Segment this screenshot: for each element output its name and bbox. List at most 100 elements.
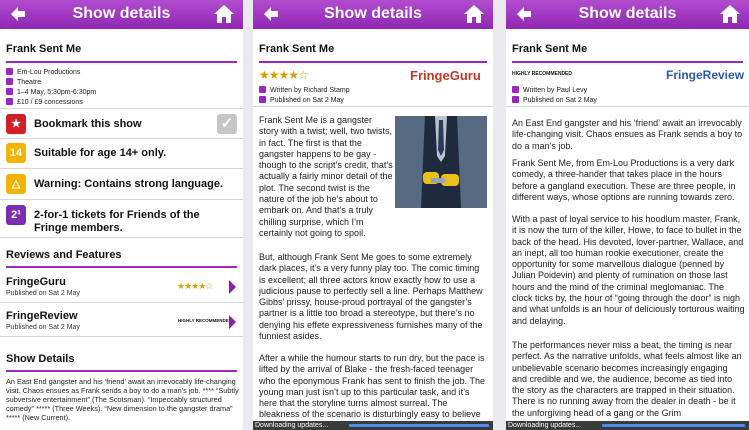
chevron-right-icon[interactable]	[229, 315, 236, 329]
review-paragraph-1: Frank Sent Me is a gangster story with a…	[259, 115, 393, 238]
divider	[0, 199, 243, 200]
back-arrow-icon[interactable]	[260, 3, 282, 25]
title-divider	[259, 61, 487, 63]
byline-text: Written by Paul Levy	[523, 87, 588, 94]
meta-dates-text: 1–4 May, 5:30pm-6:30pm	[17, 89, 97, 96]
divider	[0, 108, 243, 109]
header-bar: Show details	[0, 0, 243, 29]
home-icon[interactable]	[463, 4, 485, 24]
show-title: Frank Sent Me	[6, 43, 82, 55]
review-paragraph-4: The performances never miss a beat, the …	[512, 340, 742, 418]
author-icon	[259, 86, 266, 93]
meta-price: £10 / £9 concessions	[6, 98, 83, 106]
fringeguru-review-panel: Show details Frank Sent Me ★★★★☆ FringeG…	[253, 0, 493, 430]
status-bar: Downloading updates...	[253, 421, 493, 430]
review-fringeguru-date: Published on Sat 2 May	[6, 290, 80, 297]
warning-label: Warning: Contains strong language.	[34, 178, 224, 190]
review-paragraph-1: An East End gangster and his ‘friend’ aw…	[512, 118, 743, 151]
header-bar: Show details	[253, 0, 493, 29]
publish-date-text: Published on Sat 2 May	[523, 97, 597, 104]
review-fringereview-date: Published on Sat 2 May	[6, 324, 80, 331]
divider	[0, 336, 243, 337]
review-paragraph-3: With a past of loyal service to his hood…	[512, 214, 745, 326]
bookmark-label: Bookmark this show	[34, 118, 142, 130]
review-paragraph-2: But, although Frank Sent Me goes to some…	[259, 252, 483, 342]
meta-price-text: £10 / £9 concessions	[17, 99, 83, 106]
review-fringeguru-stars: ★★★★☆	[177, 281, 213, 291]
divider	[0, 138, 243, 139]
warning-row: △ Warning: Contains strong language.	[6, 174, 237, 196]
two-for-one-row: 2¹ 2-for-1 tickets for Friends of the Fr…	[6, 205, 237, 235]
meta-dates: 1–4 May, 5:30pm-6:30pm	[6, 88, 96, 96]
home-icon[interactable]	[213, 4, 235, 24]
show-details-panel-1: Show details Frank Sent Me Em-Lou Produc…	[0, 0, 243, 430]
publish-date-text: Published on Sat 2 May	[270, 97, 344, 104]
reviews-heading: Reviews and Features	[6, 249, 122, 261]
download-progress-bar	[602, 424, 745, 427]
back-arrow-icon[interactable]	[513, 3, 535, 25]
meta-company-text: Em-Lou Productions	[17, 69, 81, 76]
age-rating-label: Suitable for age 14+ only.	[34, 147, 167, 159]
production-photo	[395, 116, 487, 208]
divider	[506, 106, 749, 107]
publish-date: Published on Sat 2 May	[512, 96, 597, 104]
meta-genre: Theatre	[6, 78, 41, 86]
review-paragraph-3: After a while the humour starts to run d…	[259, 353, 485, 420]
author-icon	[512, 86, 519, 93]
calendar-icon	[512, 96, 519, 103]
chevron-right-icon[interactable]	[229, 280, 236, 294]
meta-genre-text: Theatre	[17, 79, 42, 86]
header-bar: Show details	[506, 0, 749, 29]
details-divider	[6, 370, 237, 372]
calendar-icon	[259, 96, 266, 103]
fringereview-review-panel: Show details Frank Sent Me HIGHLY RECOMM…	[506, 0, 749, 430]
rating-stars: ★★★★☆	[259, 68, 309, 82]
title-divider	[6, 61, 237, 63]
divider	[0, 237, 243, 238]
tag-icon	[6, 78, 13, 85]
bookmark-checkbox[interactable]: ✓	[217, 114, 237, 134]
title-divider	[512, 61, 743, 63]
age-rating-row: 14 Suitable for age 14+ only.	[6, 143, 237, 165]
status-bar: Downloading updates...	[506, 421, 749, 430]
bookmark-row[interactable]: ★ Bookmark this show	[6, 114, 237, 136]
header-title: Show details	[324, 5, 422, 22]
publish-date: Published on Sat 2 May	[259, 96, 344, 104]
reviews-divider	[6, 266, 237, 268]
download-progress-bar	[349, 424, 489, 427]
fringereview-logo-text: FringeReview	[666, 68, 745, 82]
fringereview-logo: FringeReview	[666, 68, 744, 82]
clock-icon	[6, 88, 13, 95]
panel-gap	[493, 0, 506, 430]
show-details-heading: Show Details	[6, 353, 75, 365]
byline: Written by Richard Stamp	[259, 86, 350, 94]
company-icon	[6, 68, 13, 75]
show-title: Frank Sent Me	[259, 43, 335, 55]
home-icon[interactable]	[719, 4, 741, 24]
status-text: Downloading updates...	[508, 422, 582, 429]
fringeguru-logo: FringeGuru	[410, 68, 481, 83]
back-arrow-icon[interactable]	[7, 3, 29, 25]
header-title: Show details	[72, 5, 171, 22]
show-details-text: An East End gangster and his ‘friend’ aw…	[6, 377, 239, 422]
show-title: Frank Sent Me	[512, 43, 588, 55]
two-for-one-label: 2-for-1 tickets for Friends of the Fring…	[34, 209, 200, 234]
divider	[0, 302, 243, 303]
bookmark-star-icon: ★	[6, 114, 26, 134]
byline: Written by Paul Levy	[512, 86, 587, 94]
age-14-icon: 14	[6, 143, 26, 163]
divider	[253, 106, 493, 107]
ticket-icon	[6, 98, 13, 105]
header-title: Show details	[578, 5, 677, 22]
warning-icon: △	[6, 174, 26, 194]
divider	[0, 168, 243, 169]
fringeguru-logo-text: FringeGuru	[410, 68, 481, 83]
review-fringeguru-name[interactable]: FringeGuru	[6, 276, 66, 288]
highly-recommended-badge: HIGHLY RECOMMENDED	[512, 71, 573, 77]
highly-recommended-badge: HIGHLY RECOMMENDED	[178, 318, 233, 323]
meta-company: Em-Lou Productions	[6, 68, 80, 76]
two-for-one-icon: 2¹	[6, 205, 26, 225]
review-paragraph-2: Frank Sent Me, from Em-Lou Productions i…	[512, 158, 736, 202]
status-text: Downloading updates...	[255, 422, 329, 429]
review-fringereview-name[interactable]: FringeReview	[6, 310, 78, 322]
